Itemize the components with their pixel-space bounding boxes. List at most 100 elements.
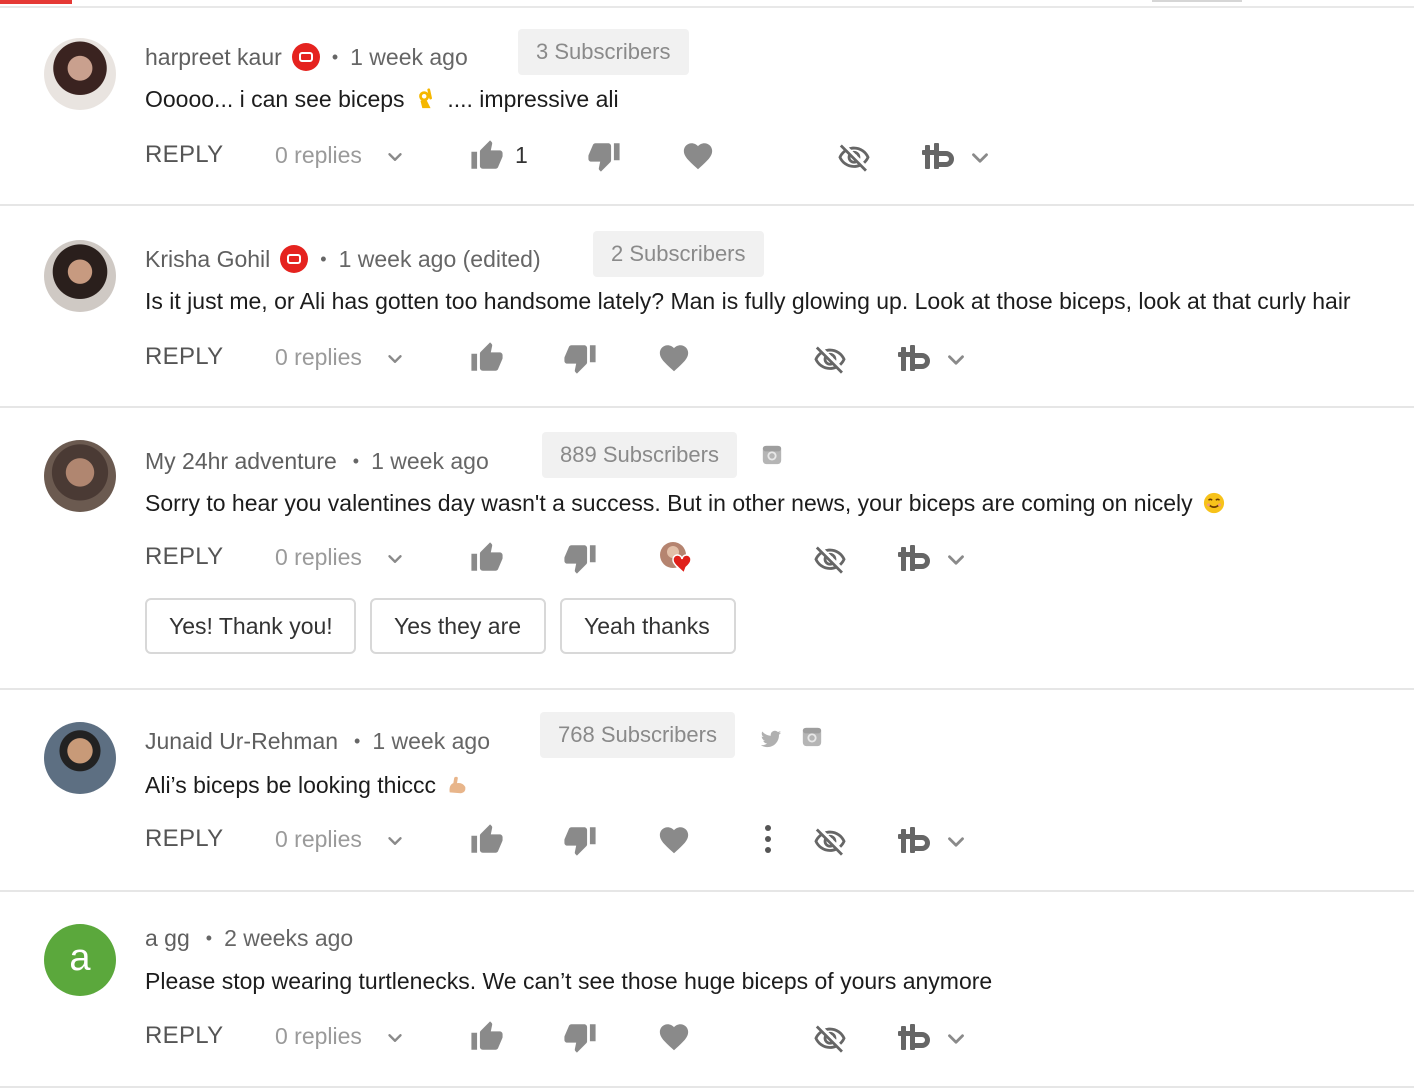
hide-user-icon[interactable]: [813, 1022, 847, 1056]
dislike-icon[interactable]: [587, 139, 621, 173]
chevron-down-icon[interactable]: [967, 145, 993, 171]
author-name[interactable]: My 24hr adventure: [145, 448, 337, 475]
comment-item: Krisha Gohil • 1 week ago (edited) 2 Sub…: [0, 206, 1414, 408]
reply-button[interactable]: REPLY: [145, 335, 223, 379]
separator-dot: •: [352, 450, 360, 471]
author-name[interactable]: harpreet kaur: [145, 44, 282, 71]
dislike-icon[interactable]: [563, 823, 597, 857]
comment-text: Is it just me, or Ali has gotten too han…: [145, 288, 1351, 314]
more-vert-icon[interactable]: [755, 823, 781, 855]
timestamp: 2 weeks ago: [224, 924, 354, 951]
hide-user-icon[interactable]: [837, 141, 871, 175]
like-icon[interactable]: [470, 139, 504, 173]
chevron-down-icon: [384, 1027, 406, 1049]
comment-meta: Junaid Ur-Rehman • 1 week ago: [145, 721, 490, 761]
chevron-down-icon: [384, 146, 406, 168]
like-icon[interactable]: [470, 541, 504, 575]
comment-meta: Krisha Gohil • 1 week ago (edited): [145, 239, 541, 279]
scroll-indicator: [1152, 0, 1242, 2]
dislike-icon[interactable]: [563, 1020, 597, 1054]
smart-reply-chip[interactable]: Yes! Thank you!: [145, 598, 356, 654]
chevron-down-icon[interactable]: [943, 347, 969, 373]
comment-text-part: .... impressive ali: [447, 86, 619, 112]
replies-count: 0 replies: [275, 344, 362, 370]
heart-icon[interactable]: [681, 139, 715, 173]
like-icon[interactable]: [470, 823, 504, 857]
dislike-icon[interactable]: [563, 341, 597, 375]
heart-icon[interactable]: [657, 1020, 691, 1054]
comment-actions: REPLY 0 replies: [0, 817, 1414, 861]
replies-count: 0 replies: [275, 1023, 362, 1049]
separator-dot: •: [205, 927, 213, 948]
reply-button[interactable]: REPLY: [145, 1014, 223, 1058]
reply-button[interactable]: REPLY: [145, 817, 223, 861]
chevron-down-icon[interactable]: [943, 547, 969, 573]
creator-heart-icon[interactable]: [658, 541, 696, 577]
like-icon[interactable]: [470, 341, 504, 375]
comment-actions: REPLY 0 replies: [0, 1014, 1414, 1058]
comment-item: Junaid Ur-Rehman • 1 week ago 768 Subscr…: [0, 690, 1414, 892]
tubebuddy-icon[interactable]: [922, 141, 962, 173]
avatar[interactable]: a: [44, 924, 116, 996]
avatar[interactable]: [44, 440, 116, 512]
chevron-down-icon: [384, 548, 406, 570]
dislike-icon[interactable]: [563, 541, 597, 575]
instagram-icon[interactable]: [801, 726, 823, 748]
tubebuddy-icon[interactable]: [898, 825, 938, 857]
avatar[interactable]: [44, 722, 116, 794]
instagram-icon[interactable]: [761, 444, 783, 466]
chevron-down-icon[interactable]: [943, 829, 969, 855]
comment-meta: harpreet kaur • 1 week ago: [145, 37, 468, 77]
like-count: 1: [515, 142, 528, 168]
comment-text: Please stop wearing turtlenecks. We can’…: [145, 968, 993, 994]
chevron-down-icon: [384, 830, 406, 852]
comment-text-part: Ooooo... i can see biceps: [145, 86, 405, 112]
avatar[interactable]: [44, 38, 116, 110]
replies-toggle[interactable]: 0 replies: [275, 535, 406, 579]
subscriber-count-badge: 3 Subscribers: [518, 29, 689, 75]
comment-meta: My 24hr adventure • 1 week ago: [145, 441, 489, 481]
heart-icon[interactable]: [657, 341, 691, 375]
youtube-badge-icon: [280, 245, 309, 273]
replies-toggle[interactable]: 0 replies: [275, 335, 406, 379]
tubebuddy-icon[interactable]: [898, 543, 938, 575]
hide-user-icon[interactable]: [813, 343, 847, 377]
avatar[interactable]: [44, 240, 116, 312]
hide-user-icon[interactable]: [813, 543, 847, 577]
comment-text: Ali’s biceps be looking thiccc: [145, 772, 472, 799]
comment-text: Ooooo... i can see biceps .... impressiv…: [145, 86, 619, 113]
chevron-down-icon[interactable]: [943, 1026, 969, 1052]
comment-actions: REPLY 0 replies 1: [0, 133, 1414, 177]
smart-reply-chip[interactable]: Yeah thanks: [560, 598, 736, 654]
youtube-badge-icon: [291, 43, 320, 71]
comment-text-part: Ali’s biceps be looking thiccc: [145, 772, 437, 798]
comment-text: Sorry to hear you valentines day wasn't …: [145, 490, 1229, 517]
tubebuddy-icon[interactable]: [898, 343, 938, 375]
subscriber-count-badge: 889 Subscribers: [542, 432, 737, 478]
replies-count: 0 replies: [275, 142, 362, 168]
active-tab-indicator: [0, 0, 72, 4]
comment-actions: REPLY 0 replies: [0, 535, 1414, 579]
timestamp: 1 week ago: [350, 43, 468, 70]
reply-button[interactable]: REPLY: [145, 535, 223, 579]
author-name[interactable]: Junaid Ur-Rehman: [145, 728, 338, 755]
hide-user-icon[interactable]: [813, 825, 847, 859]
replies-toggle[interactable]: 0 replies: [275, 1014, 406, 1058]
tubebuddy-icon[interactable]: [898, 1022, 938, 1054]
comment-item: a a gg • 2 weeks ago Please stop wearing…: [0, 892, 1414, 1088]
twitter-icon[interactable]: [760, 728, 782, 750]
comment-item: harpreet kaur • 1 week ago 3 Subscribers…: [0, 8, 1414, 206]
comment-text-part: Sorry to hear you valentines day wasn't …: [145, 490, 1193, 516]
heart-icon[interactable]: [657, 823, 691, 857]
separator-dot: •: [331, 46, 339, 67]
replies-count: 0 replies: [275, 544, 362, 570]
smart-reply-chip[interactable]: Yes they are: [370, 598, 546, 654]
reply-button[interactable]: REPLY: [145, 133, 223, 177]
smiling-face-emoji: [1203, 492, 1225, 514]
replies-count: 0 replies: [275, 826, 362, 852]
replies-toggle[interactable]: 0 replies: [275, 133, 406, 177]
author-name[interactable]: a gg: [145, 925, 190, 952]
author-name[interactable]: Krisha Gohil: [145, 246, 270, 273]
like-icon[interactable]: [470, 1020, 504, 1054]
replies-toggle[interactable]: 0 replies: [275, 817, 406, 861]
